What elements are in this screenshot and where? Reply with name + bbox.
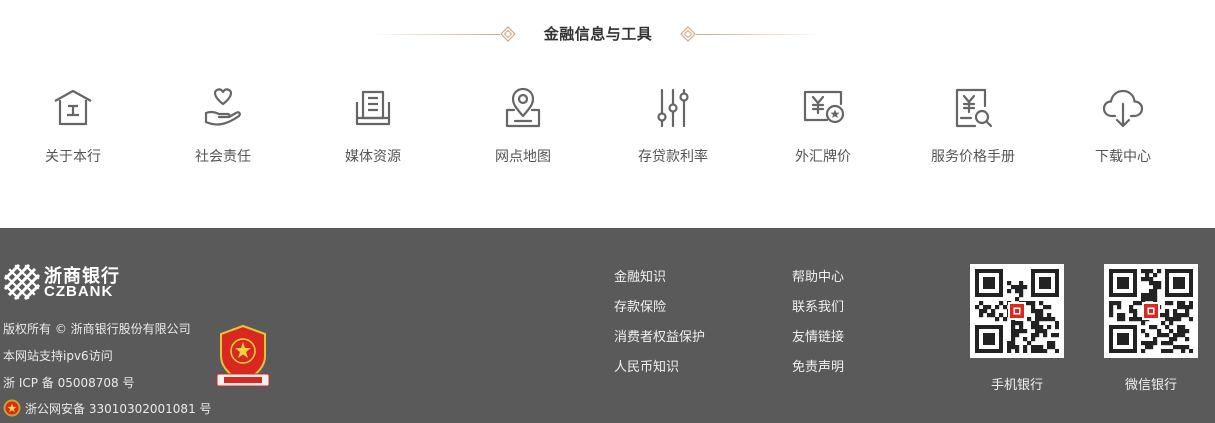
link-deposit-insurance[interactable]: 存款保险 <box>614 296 705 326</box>
tool-download-center[interactable]: 下载中心 <box>1053 86 1193 176</box>
link-contact-us[interactable]: 联系我们 <box>792 296 844 326</box>
tool-label: 媒体资源 <box>345 149 401 165</box>
tool-label: 关于本行 <box>45 149 101 165</box>
police-badge-icon <box>3 399 21 417</box>
qr-wechat-label: 微信银行 <box>1124 378 1177 393</box>
business-license-badge-icon[interactable] <box>216 324 270 388</box>
diamond-ornament-icon <box>680 26 696 42</box>
tool-label: 外汇牌价 <box>795 149 851 165</box>
house-icon <box>54 89 92 126</box>
tool-interest-rates[interactable]: 存贷款利率 <box>603 86 743 176</box>
cloud-download-icon <box>1102 89 1144 128</box>
diamond-ornament-icon <box>500 26 516 42</box>
book-icon <box>355 90 391 126</box>
link-financial-knowledge[interactable]: 金融知识 <box>614 266 705 296</box>
tool-label: 存贷款利率 <box>638 149 708 165</box>
czbank-logo[interactable]: 浙商银行 CZBANK <box>4 264 134 300</box>
tool-media-resources[interactable]: 媒体资源 <box>303 86 443 176</box>
icp-link[interactable]: 浙 ICP 备 05008708 号 <box>3 374 135 391</box>
heart-hand-icon <box>204 88 241 126</box>
qr-mobile-label: 手机银行 <box>990 378 1043 393</box>
ipv6-text: 本网站支持ipv6访问 <box>3 349 113 363</box>
copyright-text: 版权所有 © 浙商银行股份有限公司 <box>3 322 191 336</box>
qr-code-icon <box>1109 269 1193 353</box>
logo-text-en: CZBANK <box>44 283 114 300</box>
qr-mobile-banking <box>970 264 1064 358</box>
tools-section: 金融信息与工具 关于本行 社会责任 媒体资源 网点地图 存贷款利率 外汇牌价 服… <box>0 0 1215 228</box>
link-disclaimer[interactable]: 免责声明 <box>792 356 844 386</box>
footer: 浙商银行 CZBANK 版权所有 © 浙商银行股份有限公司 本网站支持ipv6访… <box>0 228 1215 423</box>
tool-label: 社会责任 <box>195 149 251 165</box>
tool-about-bank[interactable]: 关于本行 <box>3 86 143 176</box>
qr-wechat-banking <box>1104 264 1198 358</box>
tool-label: 下载中心 <box>1095 149 1151 165</box>
link-rmb-knowledge[interactable]: 人民币知识 <box>614 356 705 386</box>
link-consumer-protection[interactable]: 消费者权益保护 <box>614 326 705 356</box>
link-friend-links[interactable]: 友情链接 <box>792 326 844 356</box>
tool-social-responsibility[interactable]: 社会责任 <box>153 86 293 176</box>
link-help-center[interactable]: 帮助中心 <box>792 266 844 296</box>
yen-search-icon <box>955 88 993 128</box>
tool-exchange-rates[interactable]: 外汇牌价 <box>753 86 893 176</box>
section-header: 金融信息与工具 <box>0 18 1215 50</box>
police-record-text: 浙公网安备 33010302001081 号 <box>25 402 212 416</box>
yen-card-icon <box>803 90 845 124</box>
footer-links-col1: 金融知识 存款保险 消费者权益保护 人民币知识 <box>614 266 705 386</box>
tool-branch-map[interactable]: 网点地图 <box>453 86 593 176</box>
footer-links-col2: 帮助中心 联系我们 友情链接 免责声明 <box>792 266 844 386</box>
title-divider-left <box>370 34 500 35</box>
sliders-icon <box>657 88 689 128</box>
tool-label: 服务价格手册 <box>931 149 1015 165</box>
tool-label: 网点地图 <box>495 149 551 165</box>
police-record[interactable]: 浙公网安备 33010302001081 号 <box>3 399 212 417</box>
map-pin-icon <box>505 87 541 128</box>
tool-service-price-handbook[interactable]: 服务价格手册 <box>903 86 1043 176</box>
section-title: 金融信息与工具 <box>543 25 653 43</box>
czbank-logo-icon <box>4 264 40 300</box>
qr-code-icon <box>975 269 1059 353</box>
title-divider-right <box>696 34 826 35</box>
